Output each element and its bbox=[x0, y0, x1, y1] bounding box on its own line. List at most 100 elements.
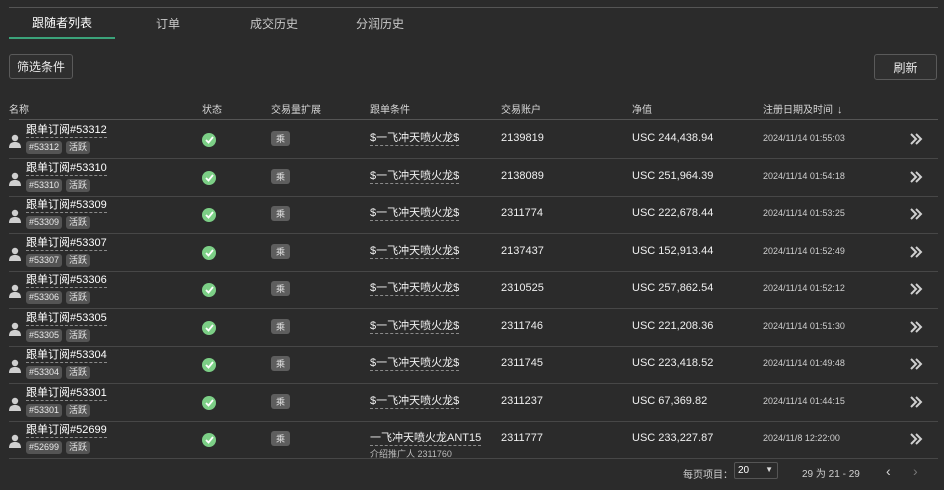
multiplier-badge: 乘 bbox=[271, 131, 290, 146]
table-row[interactable]: 跟单订阅#53307 #53307 活跃 乘 $一飞冲天喷火龙$ 2137437 USC 1… bbox=[9, 234, 938, 272]
tab-profit-share-history[interactable]: 分润历史 bbox=[327, 8, 433, 39]
multiplier-badge: 乘 bbox=[271, 356, 290, 371]
equity-value: USC 233,227.87 bbox=[632, 432, 714, 444]
tab-trade-history[interactable]: 成交历史 bbox=[221, 8, 327, 39]
table-row[interactable]: 跟单订阅#53304 #53304 活跃 乘 $一飞冲天喷火龙$ 2311745 USC 2… bbox=[9, 346, 938, 384]
registered-datetime: 2024/11/14 01:49:48 bbox=[763, 358, 845, 368]
row-badges: #53304 活跃 bbox=[26, 366, 91, 379]
row-badges: #53309 活跃 bbox=[26, 216, 91, 229]
check-circle-icon bbox=[202, 170, 216, 185]
copy-condition-link[interactable]: $一飞冲天喷火龙$ bbox=[370, 320, 460, 334]
copy-condition-link[interactable]: $一飞冲天喷火龙$ bbox=[370, 132, 460, 146]
chevron-down-icon: ▼ bbox=[765, 465, 773, 474]
user-icon bbox=[9, 434, 21, 448]
state-badge: 活跃 bbox=[66, 291, 91, 304]
registered-datetime: 2024/11/14 01:55:03 bbox=[763, 133, 845, 143]
table-row[interactable]: 跟单订阅#53310 #53310 活跃 乘 $一飞冲天喷火龙$ 2138089 USC 2… bbox=[9, 159, 938, 197]
filter-button[interactable]: 筛选条件 bbox=[9, 54, 73, 79]
subscription-name-link[interactable]: 跟单订阅#53307 bbox=[26, 237, 107, 251]
double-chevron-right-icon[interactable] bbox=[909, 283, 923, 295]
double-chevron-right-icon[interactable] bbox=[909, 133, 923, 145]
subscription-name-link[interactable]: 跟单订阅#53306 bbox=[26, 274, 107, 288]
multiplier-badge: 乘 bbox=[271, 431, 290, 446]
registered-datetime: 2024/11/14 01:44:15 bbox=[763, 395, 845, 406]
subscription-name-link[interactable]: 跟单订阅#53305 bbox=[26, 312, 107, 326]
copy-condition-link[interactable]: $一飞冲天喷火龙$ bbox=[370, 170, 460, 184]
id-badge: #53312 bbox=[26, 141, 63, 154]
copy-condition-link[interactable]: 一飞冲天喷火龙ANT15 bbox=[370, 432, 482, 446]
copy-condition-link[interactable]: $一飞冲天喷火龙$ bbox=[370, 282, 460, 296]
check-circle-icon bbox=[202, 208, 216, 222]
id-badge: #53307 bbox=[26, 253, 63, 267]
table-row[interactable]: 跟单订阅#53306 #53306 活跃 乘 $一飞冲天喷火龙$ 2310525 USC 2… bbox=[9, 271, 938, 309]
table-row[interactable]: 跟单订阅#53305 #53305 活跃 乘 $一飞冲天喷火龙$ 2311746 USC 2… bbox=[9, 309, 938, 347]
trading-account: 2139819 bbox=[501, 132, 544, 144]
equity-value: USC 223,418.52 bbox=[632, 357, 714, 369]
state-badge: 活跃 bbox=[66, 441, 91, 454]
row-badges: #53312 活跃 bbox=[26, 141, 91, 154]
tab-followers[interactable]: 跟随者列表 bbox=[9, 8, 115, 39]
subscription-name-link[interactable]: 跟单订阅#52699 bbox=[26, 424, 107, 438]
equity-value: USC 222,678.44 bbox=[632, 207, 714, 219]
subscription-name-link[interactable]: 跟单订阅#53309 bbox=[26, 199, 107, 213]
subscription-name-link[interactable]: 跟单订阅#53312 bbox=[26, 124, 107, 138]
double-chevron-right-icon[interactable] bbox=[909, 358, 923, 370]
registered-datetime: 2024/11/14 01:51:30 bbox=[763, 320, 845, 331]
state-badge: 活跃 bbox=[66, 253, 91, 267]
copy-condition-link[interactable]: $一飞冲天喷火龙$ bbox=[370, 245, 460, 259]
id-badge: #53309 bbox=[26, 216, 63, 229]
header-account[interactable]: 交易账户 bbox=[501, 101, 541, 116]
double-chevron-right-icon[interactable] bbox=[909, 433, 923, 445]
state-badge: 活跃 bbox=[66, 178, 91, 192]
registered-datetime: 2024/11/14 01:52:12 bbox=[763, 283, 845, 293]
registered-datetime: 2024/11/8 12:22:00 bbox=[763, 433, 840, 443]
table-header: 名称 状态 交易量扩展 跟单条件 交易账户 净值 注册日期及时间 ↓ bbox=[9, 96, 938, 120]
double-chevron-right-icon[interactable] bbox=[909, 208, 923, 220]
state-badge: 活跃 bbox=[66, 216, 91, 229]
multiplier-badge: 乘 bbox=[271, 206, 290, 221]
user-icon bbox=[9, 172, 21, 186]
id-badge: #53304 bbox=[26, 366, 63, 379]
subscription-name-link[interactable]: 跟单订阅#53310 bbox=[26, 162, 107, 176]
per-page-select[interactable]: 20 ▼ bbox=[734, 462, 778, 479]
header-condition[interactable]: 跟单条件 bbox=[370, 101, 410, 116]
refresh-button[interactable]: 刷新 bbox=[874, 54, 937, 80]
copy-condition-link[interactable]: $一飞冲天喷火龙$ bbox=[370, 357, 460, 371]
trading-account: 2311745 bbox=[501, 357, 544, 369]
multiplier-badge: 乘 bbox=[271, 243, 290, 259]
copy-condition-link[interactable]: $一飞冲天喷火龙$ bbox=[370, 395, 460, 409]
user-icon bbox=[9, 284, 21, 298]
table-row[interactable]: 跟单订阅#53301 #53301 活跃 乘 $一飞冲天喷火龙$ 2311237 USC 6… bbox=[9, 384, 938, 422]
row-badges: #53301 活跃 bbox=[26, 403, 91, 417]
subscription-name-link[interactable]: 跟单订阅#53301 bbox=[26, 387, 107, 401]
header-name[interactable]: 名称 bbox=[9, 101, 29, 116]
header-volume[interactable]: 交易量扩展 bbox=[271, 101, 321, 116]
copy-condition-link[interactable]: $一飞冲天喷火龙$ bbox=[370, 207, 460, 221]
check-circle-icon bbox=[202, 320, 216, 335]
user-icon bbox=[9, 397, 21, 411]
arrow-down-icon[interactable]: ↓ bbox=[837, 104, 843, 116]
per-page-label: 每页项目： bbox=[683, 470, 733, 481]
id-badge: #53305 bbox=[26, 328, 63, 342]
header-registered[interactable]: 注册日期及时间 ↓ bbox=[763, 101, 843, 116]
row-badges: #52699 活跃 bbox=[26, 441, 91, 454]
table-row[interactable]: 跟单订阅#52699 #52699 活跃 乘 一飞冲天喷火龙ANT15 介绍推广人 231… bbox=[9, 421, 938, 459]
tab-orders[interactable]: 订单 bbox=[115, 8, 221, 39]
id-badge: #53310 bbox=[26, 178, 63, 192]
trading-account: 2137437 bbox=[501, 244, 544, 257]
multiplier-badge: 乘 bbox=[271, 318, 290, 334]
per-page-value: 20 bbox=[738, 465, 750, 476]
double-chevron-right-icon[interactable] bbox=[909, 320, 923, 333]
header-registered-label: 注册日期及时间 bbox=[763, 105, 833, 116]
double-chevron-right-icon[interactable] bbox=[909, 395, 923, 408]
id-badge: #53306 bbox=[26, 291, 63, 304]
table-row[interactable]: 跟单订阅#53312 #53312 活跃 乘 $一飞冲天喷火龙$ 2139819 USC 2… bbox=[9, 121, 938, 159]
chevron-right-icon[interactable]: › bbox=[913, 463, 918, 481]
table-row[interactable]: 跟单订阅#53309 #53309 活跃 乘 $一飞冲天喷火龙$ 2311774 USC 2… bbox=[9, 196, 938, 234]
header-status[interactable]: 状态 bbox=[202, 101, 222, 116]
double-chevron-right-icon[interactable] bbox=[909, 170, 923, 183]
double-chevron-right-icon[interactable] bbox=[909, 245, 923, 258]
chevron-left-icon[interactable]: ‹ bbox=[886, 463, 891, 481]
subscription-name-link[interactable]: 跟单订阅#53304 bbox=[26, 349, 107, 363]
header-equity[interactable]: 净值 bbox=[632, 101, 652, 116]
